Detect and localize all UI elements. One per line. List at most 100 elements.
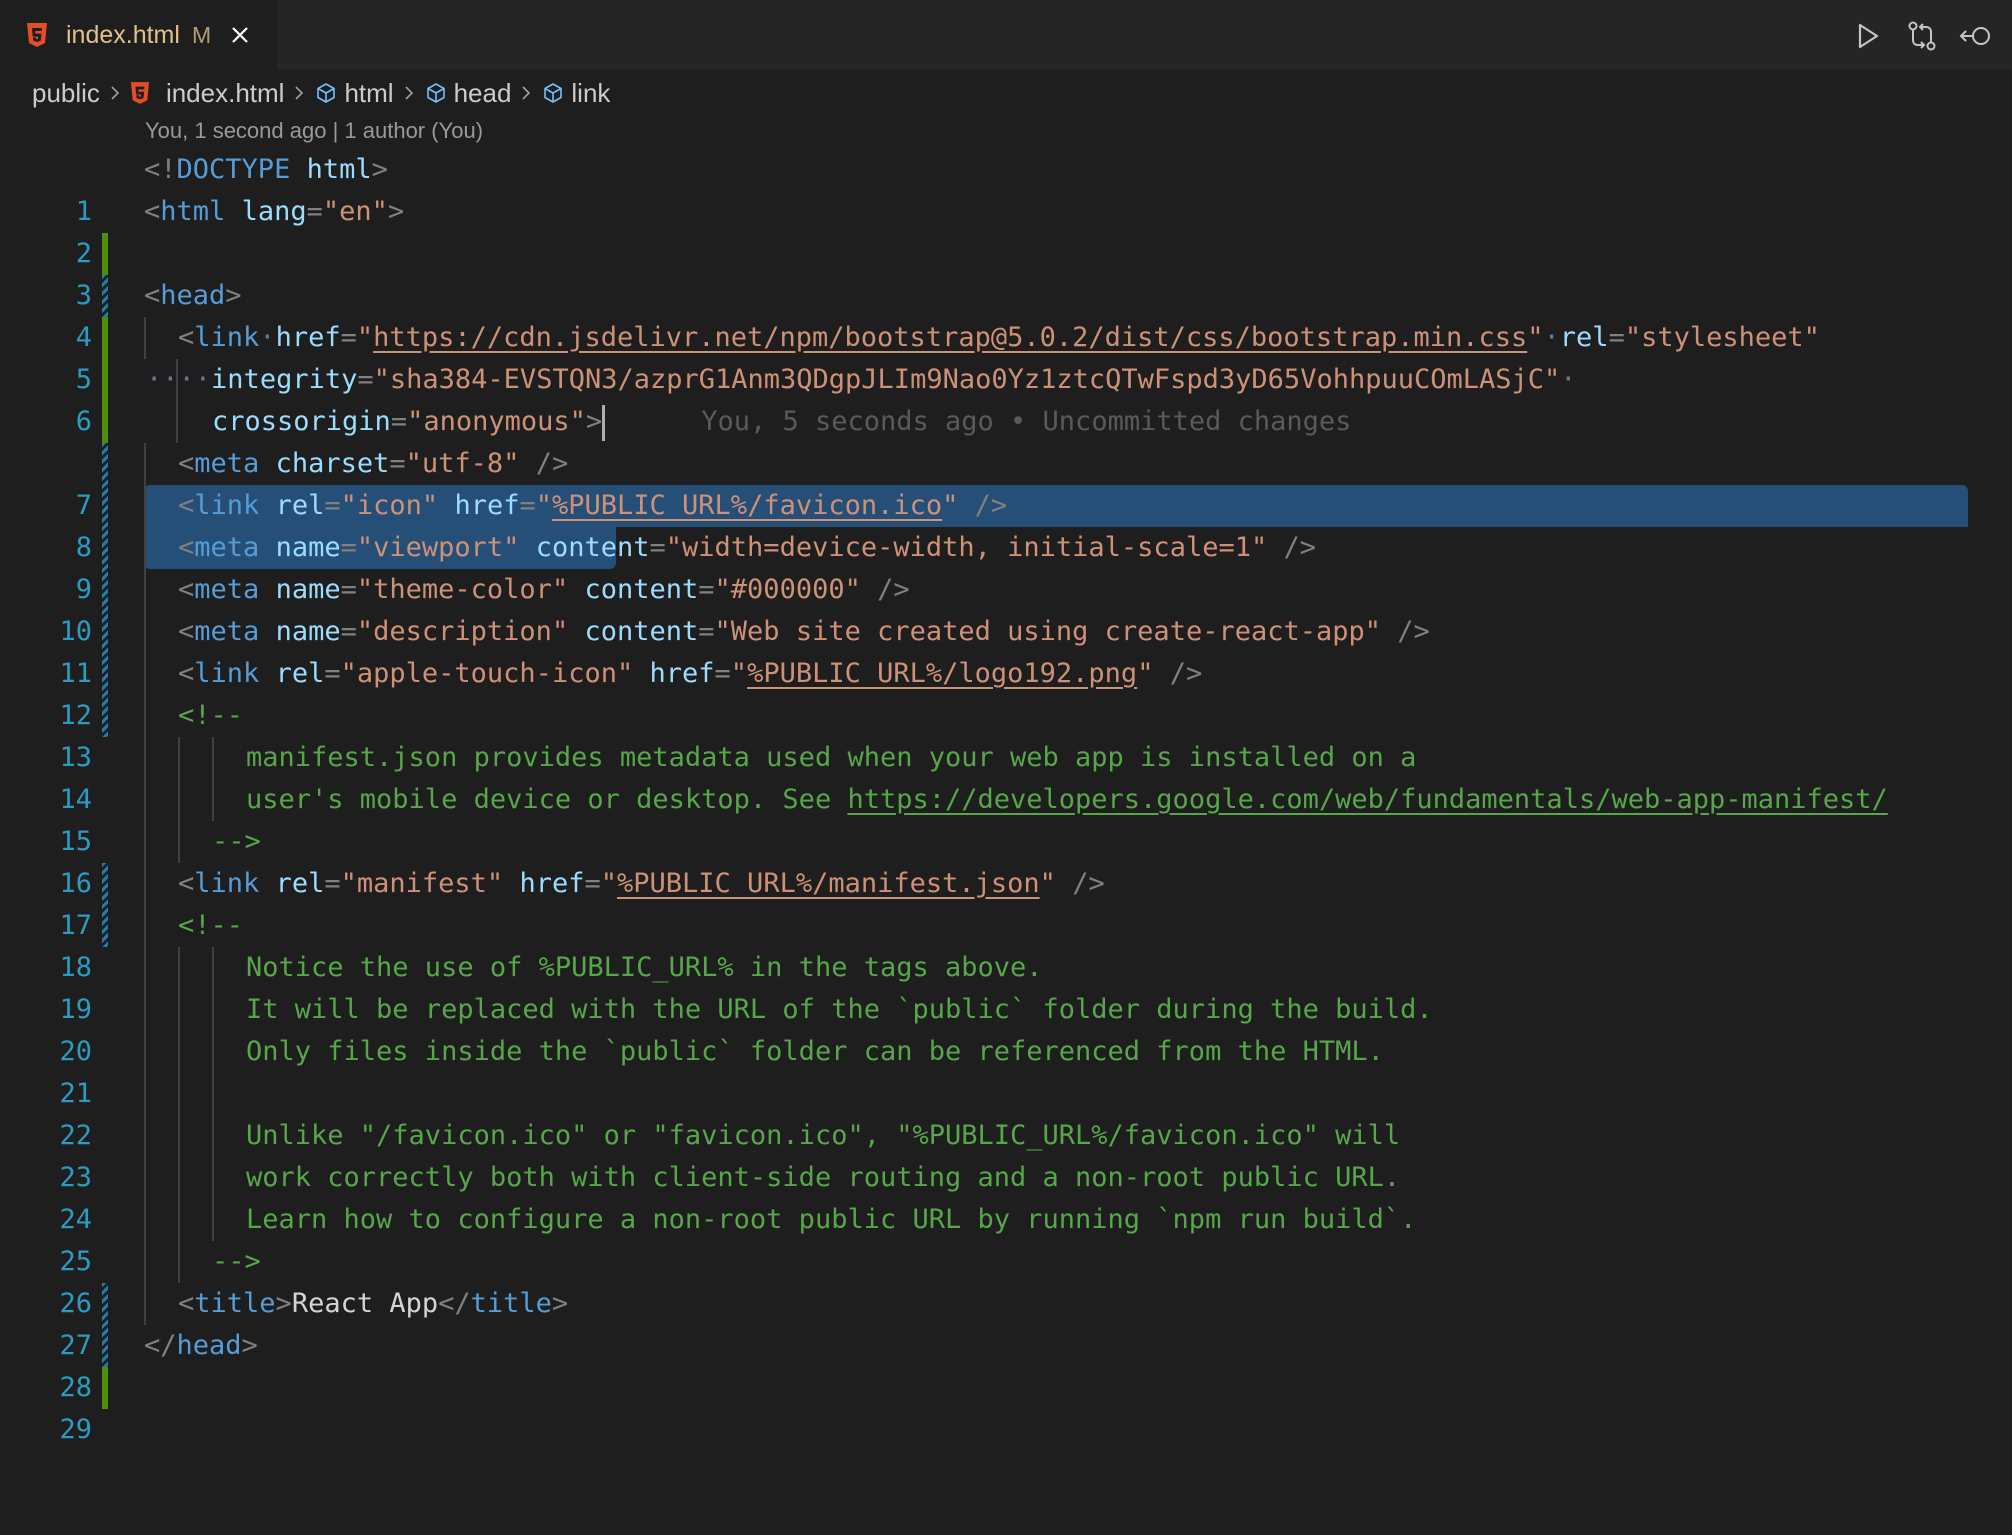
gutter-none — [102, 191, 108, 233]
tok: < — [178, 616, 195, 647]
indent-guide — [212, 1115, 214, 1157]
tok: " — [942, 490, 959, 521]
close-icon[interactable] — [229, 24, 251, 46]
tok: < — [178, 1288, 195, 1319]
tok: href — [275, 322, 341, 353]
indent-guide — [144, 1157, 146, 1199]
tok: link — [194, 490, 260, 521]
git-compare-icon[interactable] — [1904, 18, 1940, 54]
whitespace-marker: · — [259, 322, 276, 353]
tok: " — [730, 658, 748, 689]
breadcrumb-label: html — [344, 77, 394, 108]
line-content: manifest.json provides metadata used whe… — [246, 742, 1417, 773]
tok: #000000 — [730, 574, 845, 605]
link-bootstrap-url[interactable]: https://cdn.jsdelivr.net/npm/bootstrap@5… — [373, 322, 1527, 353]
gutter-added-marker[interactable] — [102, 317, 108, 359]
indent-guide — [144, 821, 146, 863]
tok: /> — [1072, 868, 1105, 899]
breadcrumb-index-html[interactable]: index.html — [130, 78, 284, 109]
indent-guide — [144, 527, 146, 569]
tok: " — [1527, 322, 1544, 353]
breadcrumb-html[interactable]: html — [314, 77, 394, 109]
breadcrumb-head[interactable]: head — [424, 78, 511, 109]
line-content: <!DOCTYPE html> — [144, 149, 388, 191]
line-content: <title>React App</title> — [178, 1283, 568, 1325]
tok: < — [178, 490, 195, 521]
link-web-app-manifest[interactable]: https://developers.google.com/web/fundam… — [847, 784, 1887, 815]
line-content: </head> — [144, 1325, 258, 1367]
indent-guide — [212, 989, 214, 1031]
codelens-blame[interactable]: You, 1 second ago | 1 author (You) — [145, 118, 483, 144]
breadcrumb-link[interactable]: link — [541, 78, 610, 109]
gutter-modified-marker[interactable] — [102, 1325, 108, 1367]
line-content: --> — [212, 826, 261, 857]
gutter-modified-marker[interactable] — [102, 1283, 108, 1325]
indent-guide — [178, 821, 180, 863]
code-line: 11 <meta name="description" content="Web… — [0, 611, 2012, 689]
tok: href — [454, 490, 520, 521]
gutter-added-marker[interactable] — [102, 359, 108, 401]
line-content: <meta name="theme-color" content="#00000… — [178, 569, 910, 611]
gutter-modified-marker[interactable] — [102, 863, 108, 905]
tok: " — [356, 532, 374, 563]
tok: viewport — [373, 532, 504, 563]
line-content: Learn how to configure a non-root public… — [246, 1204, 1417, 1235]
play-icon[interactable] — [1850, 18, 1886, 54]
tok: " — [503, 448, 520, 479]
tok: rel — [275, 868, 325, 899]
gutter-none — [102, 1157, 108, 1199]
tok: > — [585, 406, 603, 437]
gutter-modified-marker[interactable] — [102, 695, 108, 737]
tok: link — [194, 322, 260, 353]
tok: " — [373, 364, 390, 395]
gutter-modified-marker[interactable] — [102, 611, 108, 653]
gutter-modified-marker[interactable] — [102, 527, 108, 569]
tok: /> — [1283, 532, 1317, 563]
code-line: 25 Learn how to configure a non-root pub… — [0, 1199, 2012, 1277]
link-logo192[interactable]: %PUBLIC_URL%/logo192.png — [747, 658, 1137, 689]
gutter-modified-marker[interactable] — [102, 485, 108, 527]
tok: content — [535, 532, 650, 563]
tok: theme-color — [373, 574, 552, 605]
gutter-added-marker[interactable] — [102, 1367, 108, 1409]
tok: = — [698, 574, 715, 605]
html5-icon — [27, 23, 47, 47]
tok: /> — [974, 490, 1008, 521]
indent-guide — [212, 1157, 214, 1199]
indent-guide — [144, 485, 146, 527]
tok: href — [649, 658, 715, 689]
tok: </ — [438, 1288, 471, 1319]
tok: DOCTYPE — [176, 154, 291, 185]
gutter-none — [102, 1241, 108, 1283]
gutter-modified-marker[interactable] — [102, 653, 108, 695]
chevron-right-icon — [295, 86, 304, 100]
indent-guide — [144, 569, 146, 611]
link-favicon[interactable]: %PUBLIC_URL%/favicon.ico — [552, 490, 942, 521]
gutter-modified-marker[interactable] — [102, 569, 108, 611]
line-content: Only files inside the `public` folder ca… — [246, 1036, 1384, 1067]
code-line: 4 <head> — [0, 275, 2012, 353]
gutter-added-marker[interactable] — [102, 233, 108, 275]
line-content: --> — [212, 1246, 261, 1277]
gutter-modified-marker[interactable] — [102, 443, 108, 485]
gutter-modified-marker[interactable] — [102, 905, 108, 947]
go-back-icon[interactable] — [1958, 18, 1994, 54]
line-content: <head> — [144, 275, 242, 317]
tok: = — [306, 196, 323, 227]
tok: = — [649, 532, 666, 563]
gutter-modified-marker[interactable] — [102, 275, 108, 317]
gutter-added-marker[interactable] — [102, 401, 108, 443]
code-editor[interactable]: 1 <!DOCTYPE html> 2 <html lang="en"> 3 4… — [0, 149, 2012, 1445]
indent-guide — [144, 1283, 146, 1325]
tok: " — [1039, 868, 1056, 899]
tok: < — [178, 868, 195, 899]
tok: user's mobile device or desktop. See — [246, 784, 848, 815]
line-content: <!-- — [178, 910, 244, 941]
tab-index-html[interactable]: index.html M — [0, 0, 277, 70]
tok: stylesheet — [1641, 322, 1804, 353]
link-manifest[interactable]: %PUBLIC_URL%/manifest.json — [617, 868, 1040, 899]
line-number: 29 — [59, 1414, 92, 1445]
indent-guide — [178, 947, 180, 989]
breadcrumb-public[interactable]: public — [32, 78, 100, 109]
tok: = — [340, 532, 357, 563]
